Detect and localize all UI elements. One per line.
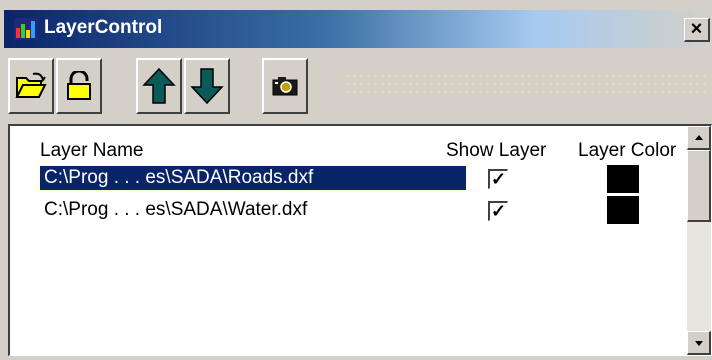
vertical-scrollbar[interactable] [687, 126, 711, 355]
open-folder-icon [15, 72, 47, 98]
layer-list-panel: Layer Name Show Layer Layer Color C:\Pro… [8, 124, 712, 356]
scroll-up-button[interactable] [687, 126, 711, 150]
layer-color-swatch[interactable] [607, 196, 639, 224]
layer-row-name[interactable]: C:\Prog . . . es\SADA\Roads.dxf [39, 165, 467, 191]
padlock-icon [67, 71, 91, 100]
checkmark-icon: ✓ [490, 169, 507, 189]
camera-button[interactable] [262, 58, 308, 114]
column-header-layer-name: Layer Name [40, 140, 144, 161]
app-bars-icon [14, 18, 38, 40]
layer-control-window: LayerControl × Layer Name Show Layer Lay… [0, 0, 712, 360]
arrow-up-icon [142, 67, 176, 104]
move-down-button[interactable] [184, 58, 230, 114]
camera-icon [272, 77, 298, 96]
column-header-layer-color: Layer Color [578, 140, 677, 161]
scroll-up-arrow-icon [695, 135, 703, 140]
move-up-button[interactable] [136, 58, 182, 114]
scrollbar-thumb[interactable] [687, 150, 711, 222]
arrow-down-icon [190, 68, 224, 105]
checkmark-icon: ✓ [490, 201, 507, 221]
open-folder-button[interactable] [8, 58, 54, 114]
layer-row-name[interactable]: C:\Prog . . . es\SADA\Water.dxf [40, 198, 466, 222]
window-title: LayerControl [44, 17, 163, 38]
show-layer-checkbox[interactable]: ✓ [488, 201, 508, 221]
close-icon: × [690, 18, 703, 40]
title-bar[interactable]: LayerControl × [4, 10, 712, 48]
scroll-down-arrow-icon [695, 341, 703, 346]
scroll-down-button[interactable] [687, 331, 711, 355]
toolbar [8, 58, 712, 116]
toolbar-grip-dots [344, 72, 710, 96]
show-layer-checkbox[interactable]: ✓ [488, 169, 508, 189]
close-button[interactable]: × [684, 18, 710, 42]
column-header-show-layer: Show Layer [446, 140, 547, 161]
layer-color-swatch[interactable] [607, 165, 639, 193]
unlock-button[interactable] [56, 58, 102, 114]
